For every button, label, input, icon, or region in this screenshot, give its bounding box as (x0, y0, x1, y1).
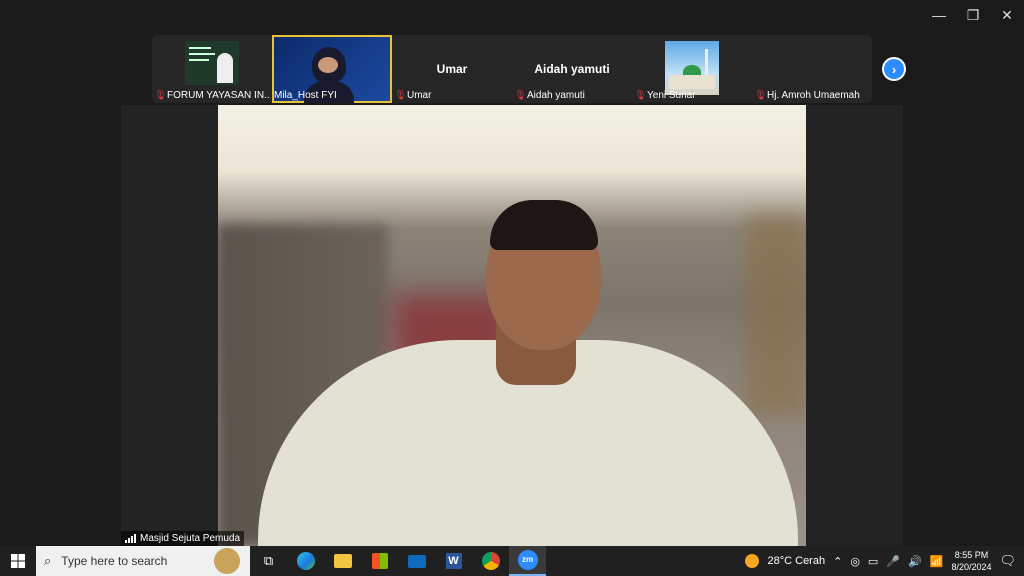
mic-muted-icon: 🎙 (514, 90, 527, 101)
chrome-icon[interactable] (472, 546, 509, 576)
participant-name: Hj. Amroh Umaemah (767, 90, 860, 101)
participant-label: 🎙 Hj. Amroh Umaemah (754, 90, 870, 101)
participant-thumbnail (185, 41, 239, 85)
system-tray: 28°C Cerah ⌃ ◎ ▭ 🎤 🔊 📶 8:55 PM 8/20/2024… (745, 549, 1024, 573)
speaker-name: Masjid Sejuta Pemuda (140, 533, 241, 544)
notification-icon[interactable]: 🗨 (999, 553, 1016, 569)
participant-name-display: Aidah yamuti (534, 62, 610, 76)
signal-icon (125, 534, 136, 543)
participant-tile[interactable]: Umar 🎙 Umar (392, 35, 512, 103)
search-icon: ⌕ (44, 553, 52, 568)
zoom-window: — ❐ ✕ 🎙 FORUM YAYASAN IN... Mila_Host FY… (0, 0, 1024, 546)
edge-icon[interactable] (287, 546, 324, 576)
taskbar: ⌕ Type here to search ⧉ W zm 28°C Cerah … (0, 546, 1024, 576)
speaker-name-tag: Masjid Sejuta Pemuda (121, 531, 245, 546)
store-icon[interactable] (361, 546, 398, 576)
participant-name: Umar (407, 90, 432, 101)
mic-muted-icon: 🎙 (754, 90, 767, 101)
participant-label: Mila_Host FYI (274, 90, 390, 101)
chevron-up-icon[interactable]: ⌃ (833, 555, 842, 568)
wifi-icon[interactable]: 📶 (930, 555, 944, 568)
file-explorer-icon[interactable] (324, 546, 361, 576)
task-view-icon[interactable]: ⧉ (250, 546, 287, 576)
speaker-stage: Masjid Sejuta Pemuda (121, 105, 903, 546)
participant-label: 🎙 Aidah yamuti (514, 90, 630, 101)
word-icon[interactable]: W (435, 546, 472, 576)
zoom-icon[interactable]: zm (509, 546, 546, 576)
participant-label: 🎙 FORUM YAYASAN IN... (154, 90, 270, 101)
clock-time: 8:55 PM (954, 550, 989, 560)
participant-thumbnail (665, 41, 719, 95)
volume-icon[interactable]: 🔊 (908, 555, 922, 568)
participant-name: Aidah yamuti (527, 90, 585, 101)
mic-muted-icon: 🎙 (634, 90, 647, 101)
speaker-video[interactable] (218, 105, 806, 546)
search-highlight-icon (214, 548, 240, 574)
participant-tile[interactable]: Mila_Host FYI (272, 35, 392, 103)
participant-tile[interactable]: 🎙 Hj. Amroh Umaemah (752, 35, 872, 103)
mic-muted-icon: 🎙 (394, 90, 407, 101)
participant-name: FORUM YAYASAN IN... (167, 90, 270, 101)
clock[interactable]: 8:55 PM 8/20/2024 (951, 549, 991, 573)
participant-name-display: Umar (436, 62, 468, 76)
mic-muted-icon: 🎙 (154, 90, 167, 101)
search-placeholder: Type here to search (61, 554, 168, 568)
minimize-button[interactable]: — (922, 0, 956, 30)
participant-name: Yeni Sunar (647, 90, 696, 101)
chevron-right-icon: › (884, 59, 904, 79)
mail-icon[interactable] (398, 546, 435, 576)
close-button[interactable]: ✕ (990, 0, 1024, 30)
windows-start-button[interactable] (0, 546, 36, 576)
meet-now-icon[interactable]: ◎ (850, 555, 860, 568)
battery-icon[interactable]: ▭ (868, 555, 878, 568)
window-controls: — ❐ ✕ (922, 0, 1024, 30)
participant-strip: 🎙 FORUM YAYASAN IN... Mila_Host FYI Umar… (152, 35, 872, 103)
microphone-icon[interactable]: 🎤 (886, 555, 900, 568)
participant-name: Mila_Host FYI (274, 90, 337, 101)
participant-label: 🎙 Umar (394, 90, 510, 101)
clock-date: 8/20/2024 (951, 562, 992, 572)
restore-button[interactable]: ❐ (956, 0, 990, 30)
taskbar-search[interactable]: ⌕ Type here to search (36, 546, 250, 576)
windows-logo-icon (11, 554, 25, 568)
weather-icon[interactable] (745, 554, 760, 568)
participant-label: 🎙 Yeni Sunar (634, 90, 750, 101)
participant-tile[interactable]: Aidah yamuti 🎙 Aidah yamuti (512, 35, 632, 103)
participant-tile[interactable]: 🎙 Yeni Sunar (632, 35, 752, 103)
weather-text[interactable]: 28°C Cerah (767, 555, 825, 567)
next-page-button[interactable]: › (882, 57, 906, 81)
participant-tile[interactable]: 🎙 FORUM YAYASAN IN... (152, 35, 272, 103)
